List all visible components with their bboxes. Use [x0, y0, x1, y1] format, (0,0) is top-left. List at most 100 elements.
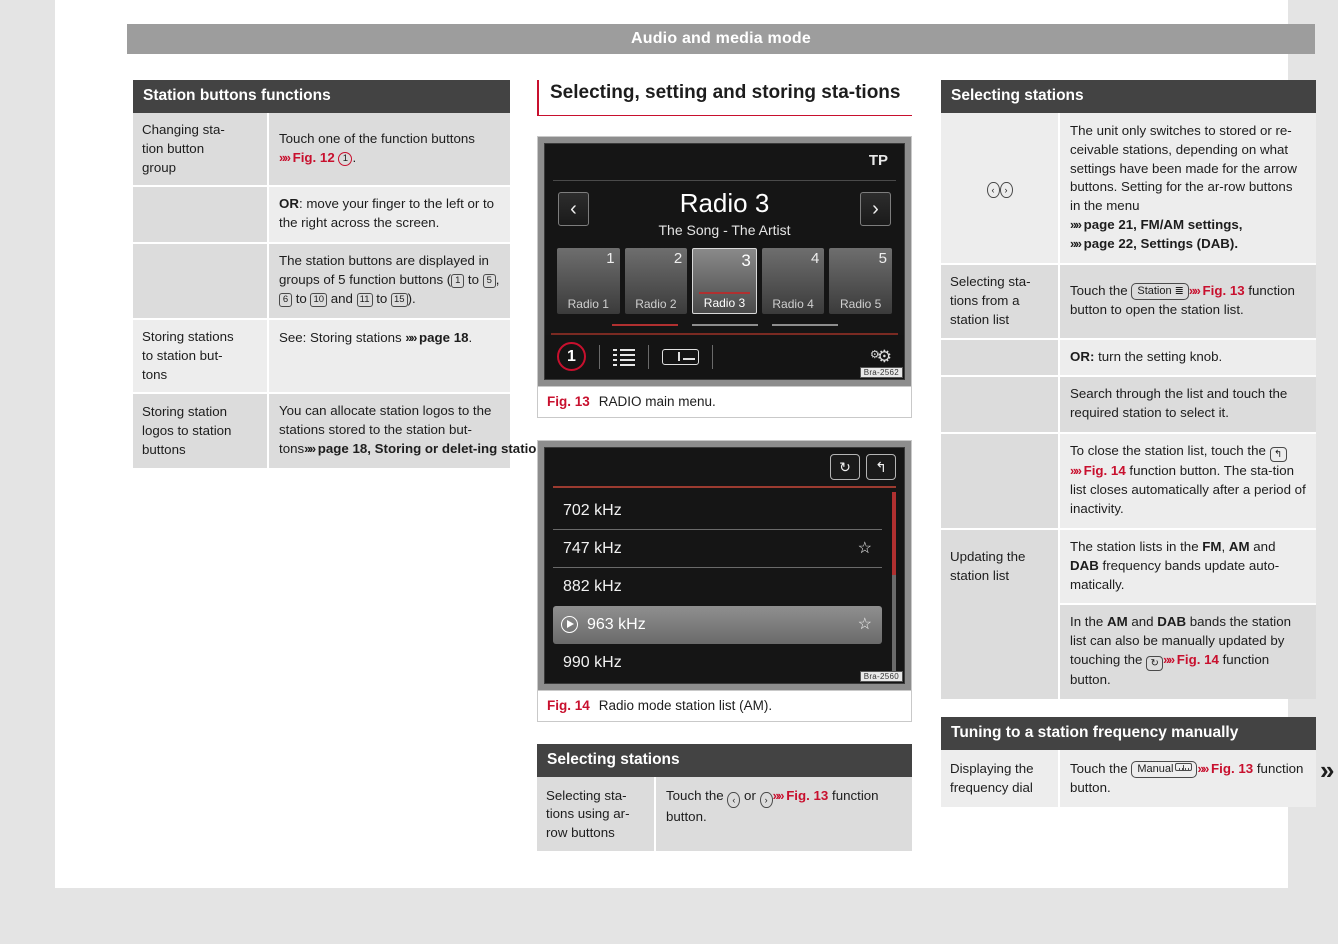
table-row: Selecting sta-tions from a station list T… — [941, 263, 1316, 340]
preset-label: Radio 5 — [839, 296, 882, 311]
figure-reference: »» Fig. 13 — [1188, 282, 1245, 298]
toolbar-divider — [599, 344, 600, 369]
row-key-storing-logos: Storing station logos to station buttons — [133, 393, 269, 469]
tuning-manually-table: Tuning to a station frequency manually D… — [941, 717, 1316, 807]
preset-number: 2 — [673, 249, 683, 267]
row-key-spacer — [941, 433, 1060, 530]
now-playing-icon — [561, 615, 578, 633]
table-row: Displaying the frequency dial Touch the M… — [941, 749, 1316, 807]
figure-13-caption: Fig. 13 RADIO main menu. — [538, 385, 911, 417]
row-value: Touch the Manual»» Fig. 13 function butt… — [1059, 749, 1316, 807]
tp-indicator: TP — [868, 151, 888, 169]
preset-number: 4 — [811, 249, 820, 267]
page-dot-2 — [691, 323, 758, 326]
preset-number: 5 — [878, 249, 887, 267]
value-text: In the — [1070, 614, 1107, 630]
preset-button-5[interactable]: 5 Radio 5 — [829, 247, 892, 314]
figure-label: Fig. 14 — [547, 697, 590, 713]
comma: , — [495, 272, 500, 288]
manual-tuning-icon[interactable] — [662, 348, 699, 365]
row-value: Touch the ‹ or ›»» Fig. 13 function butt… — [655, 776, 912, 852]
function-button-15-icon: 15 — [391, 292, 408, 307]
station-frequency: 963 kHz — [587, 615, 646, 633]
list-item-selected[interactable]: 963 kHz ☆ — [553, 605, 882, 644]
band-am: AM — [1228, 538, 1250, 554]
list-item[interactable]: 702 kHz — [553, 492, 882, 530]
table-row: ‹ › The unit only switches to stored or r… — [941, 112, 1316, 265]
station-list-toolbar: ↻ ↰ — [830, 453, 896, 480]
value-text: See: Storing stations — [279, 329, 406, 345]
row-key-arrow-buttons: Selecting sta-tions using ar-row buttons — [537, 776, 656, 852]
row-value: See: Storing stations »» page 18. — [268, 318, 510, 395]
function-button-5-icon: 5 — [482, 274, 496, 289]
row-value: The station lists in the FM, AM and DAB … — [1059, 528, 1316, 606]
function-button-1-icon: 1 — [451, 274, 465, 289]
value-text: turn the setting knob. — [1094, 348, 1223, 364]
favourite-star-icon[interactable]: ☆ — [858, 606, 872, 644]
row-key-storing-stations: Storing stations to station but-tons — [133, 318, 269, 395]
preset-label: Radio 2 — [635, 296, 677, 311]
station-list-icon[interactable] — [613, 348, 635, 366]
table-row: Storing stations to station but-tons See:… — [133, 318, 510, 395]
row-value: Touch one of the function buttons »» Fig… — [268, 112, 510, 188]
band-am: AM — [1106, 614, 1128, 630]
row-value: The unit only switches to stored or re-c… — [1059, 112, 1316, 265]
station-frequency: 747 kHz — [563, 539, 622, 557]
station-list-button-icon: Station ≣ — [1131, 282, 1189, 300]
row-value: In the AM and DAB bands the station list… — [1059, 604, 1316, 700]
list-scrollbar[interactable] — [892, 491, 896, 677]
table-row: OR: move your finger to the left or to t… — [133, 186, 510, 245]
value-text: : move your finger to the left or to the… — [279, 196, 495, 231]
preset-button-1[interactable]: 1 Radio 1 — [557, 247, 620, 314]
table-row: OR: turn the setting knob. — [941, 338, 1316, 378]
preset-button-3[interactable]: 3 Radio 3 — [692, 247, 757, 314]
row-key-arrow-buttons-icons: ‹ › — [941, 112, 1060, 265]
figure-13-image: TP ‹ › Radio 3 The Song - The Artist 1 R… — [538, 136, 911, 386]
preset-label: Radio 4 — [772, 296, 814, 311]
selecting-stations-table-right: Selecting stations ‹ › The unit only swit… — [941, 80, 1316, 700]
table-title: Selecting stations — [941, 80, 1316, 113]
list-item[interactable]: 990 kHz — [553, 644, 882, 682]
table-title: Tuning to a station frequency manually — [941, 717, 1316, 750]
list-accent-rule — [553, 485, 896, 488]
image-code-tag: Bra-2562 — [859, 366, 903, 378]
row-key-spacer — [941, 376, 1060, 435]
period: . — [468, 329, 473, 345]
table-row: In the AM and DAB bands the station list… — [941, 604, 1316, 700]
preset-button-4[interactable]: 4 Radio 4 — [761, 247, 825, 314]
figure-reference: »» Fig. 13 — [772, 787, 829, 803]
row-value: Search through the list and touch the re… — [1059, 376, 1316, 435]
update-list-icon[interactable]: ↻ — [830, 453, 860, 480]
figure-14: ↻ ↰ 702 kHz 747 kHz ☆ 882 kHz 963 kHz ☆ … — [537, 439, 912, 722]
figure-14-caption: Fig. 14 Radio mode station list (AM). — [538, 689, 911, 721]
function-button-11-icon: 11 — [356, 292, 373, 307]
value-text-end: frequency bands update auto-matically. — [1070, 557, 1280, 592]
band-fm: FM — [1202, 538, 1222, 554]
settings-gear-icon[interactable]: ⚙⚙ — [870, 348, 892, 365]
toolbar-divider — [712, 344, 713, 369]
table-row: Selecting sta-tions using ar-row buttons… — [537, 776, 912, 852]
to-label: to — [464, 272, 483, 288]
or-text: or — [740, 787, 760, 803]
favourite-star-icon[interactable]: ☆ — [858, 530, 872, 568]
or-label: OR: — [1070, 348, 1095, 364]
manual-page: Audio and media mode Station buttons fun… — [55, 0, 1335, 888]
update-list-button-icon: ↻ — [1146, 656, 1164, 672]
value-text: Touch the — [1070, 282, 1132, 298]
figure-label: Fig. 13 — [547, 393, 590, 409]
and-label: and — [1249, 538, 1276, 554]
callout-1-marker: 1 — [557, 342, 586, 372]
page-reference-2: »» page 22, Settings (DAB). — [1070, 236, 1239, 252]
band-dab: DAB — [1070, 557, 1099, 573]
close-list-icon[interactable]: ↰ — [866, 453, 896, 480]
preset-button-2[interactable]: 2 Radio 2 — [624, 247, 688, 314]
table-title: Station buttons functions — [133, 80, 510, 113]
to-label: to — [292, 290, 311, 306]
radio-main-menu-screen: TP ‹ › Radio 3 The Song - The Artist 1 R… — [544, 142, 905, 380]
current-station-name: Radio 3 — [679, 187, 770, 218]
station-list-screen: ↻ ↰ 702 kHz 747 kHz ☆ 882 kHz 963 kHz ☆ … — [544, 446, 905, 684]
scrollbar-thumb[interactable] — [892, 491, 896, 575]
list-item[interactable]: 882 kHz — [553, 568, 882, 606]
or-label: OR — [279, 196, 299, 212]
list-item[interactable]: 747 kHz ☆ — [553, 530, 882, 568]
